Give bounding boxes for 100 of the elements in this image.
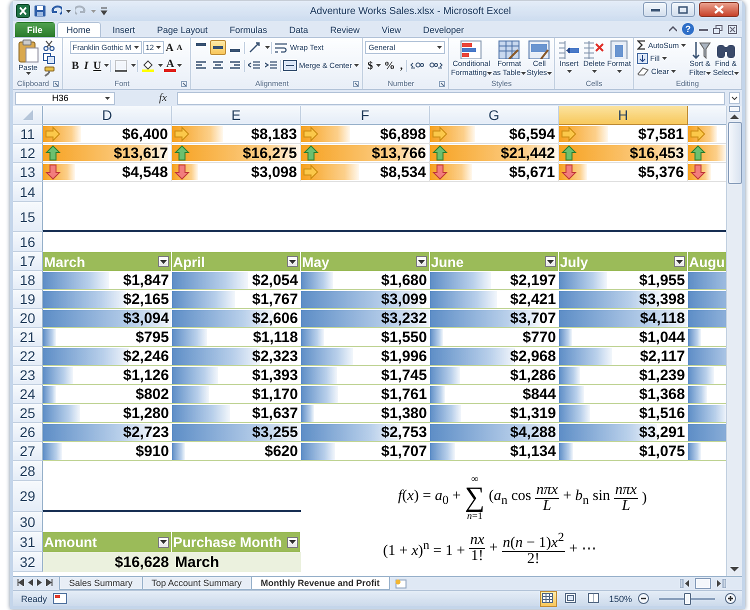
ribbon-tab[interactable]: Review [320,22,370,37]
column-header[interactable]: G [430,106,559,125]
save-icon[interactable] [34,5,46,17]
row-header[interactable]: 16 [13,232,43,252]
filter-button[interactable] [287,536,298,548]
zoom-out-button[interactable] [638,593,649,604]
ribbon-tab[interactable]: Insert [102,22,146,37]
restore-button[interactable] [671,2,695,17]
sheet-tab[interactable]: Sales Summary [59,577,143,590]
record-macro-icon[interactable] [53,593,68,604]
insert-function-button[interactable]: fx [119,92,173,104]
cell-value: $4,118 [640,310,685,326]
undo-icon[interactable] [50,5,62,17]
row-header[interactable]: 17 [13,252,43,271]
file-tab[interactable]: File [15,22,55,37]
scroll-down-icon[interactable] [730,566,739,572]
first-sheet-icon[interactable] [17,579,24,586]
filter-button[interactable] [416,256,427,267]
row-header[interactable]: 22 [13,347,43,366]
column-header[interactable]: D [43,106,172,125]
row-header[interactable]: 30 [13,512,43,532]
dropdown-arrow-icon[interactable] [131,64,136,67]
row-header[interactable]: 13 [13,163,43,182]
row-header[interactable]: 21 [13,328,43,347]
ribbon-tab[interactable]: Home [56,22,101,37]
zoom-in-button[interactable] [725,593,736,604]
row-header[interactable]: 15 [13,202,43,232]
insert-sheet-icon[interactable] [392,578,409,589]
ribbon-tab[interactable]: Page Layout [147,22,218,37]
help-button[interactable]: ? [682,23,694,35]
filter-button[interactable] [674,256,685,267]
scroll-left-icon[interactable] [680,579,689,588]
column-header[interactable]: H [559,106,688,125]
italic-button[interactable]: I [82,58,90,73]
bold-button[interactable]: B [70,58,81,73]
grow-font-button[interactable]: A [164,40,175,55]
scroll-up-icon[interactable] [730,114,739,120]
font-color-button[interactable]: A [164,59,176,72]
copy-icon[interactable] [40,52,58,65]
row-header[interactable]: 29 [13,481,43,512]
row-header[interactable]: 14 [13,182,43,202]
dialog-launcher-icon[interactable] [181,81,187,87]
close-button[interactable] [699,2,739,17]
row-header[interactable]: 27 [13,442,43,461]
cell-value: $5,671 [509,164,555,180]
dialog-launcher-icon[interactable] [352,81,359,87]
scrollbar-thumb[interactable] [728,122,742,184]
row-header[interactable]: 23 [13,366,43,385]
ribbon-tab[interactable]: View [372,22,411,37]
workbook-close-icon[interactable] [728,24,737,34]
filter-button[interactable] [158,536,169,548]
customize-toolbar-icon[interactable] [100,6,108,16]
dialog-launcher-icon[interactable] [53,81,59,87]
normal-view-icon[interactable] [540,590,557,606]
previous-sheet-icon[interactable] [28,579,33,586]
row-header[interactable]: 28 [13,461,43,481]
row-header[interactable]: 19 [13,290,43,309]
ribbon-tab[interactable]: Formulas [220,22,278,37]
dropdown-arrow-icon[interactable] [104,64,110,67]
dropdown-arrow-icon[interactable] [376,64,381,67]
ribbon-tab[interactable]: Data [279,22,318,37]
filter-button[interactable] [287,256,298,267]
row-header[interactable]: 24 [13,385,43,404]
workbook-restore-icon[interactable] [713,24,723,34]
row-header[interactable]: 11 [13,125,43,144]
row-header[interactable]: 18 [13,271,43,290]
row-header[interactable]: 20 [13,309,43,328]
column-header[interactable]: E [172,106,301,125]
last-sheet-icon[interactable] [46,579,53,586]
minimize-button[interactable] [643,2,667,17]
row-header[interactable]: 26 [13,423,43,442]
percent-button[interactable]: % [382,58,397,73]
ribbon-tab[interactable]: Developer [413,22,474,37]
dropdown-arrow-icon[interactable] [66,10,71,12]
comma-button[interactable]: , [398,58,405,73]
currency-button[interactable]: $ [365,58,375,73]
slider-thumb[interactable] [684,592,691,604]
shrink-font-button[interactable]: A [176,40,184,55]
scroll-right-icon[interactable] [717,579,726,588]
column-header[interactable]: F [301,106,430,125]
next-sheet-icon[interactable] [37,579,42,586]
dropdown-arrow-icon[interactable] [177,64,182,67]
row-header[interactable]: 25 [13,404,43,423]
sheet-tab[interactable]: Top Account Summary [142,577,252,590]
filter-button[interactable] [545,256,556,267]
underline-button[interactable]: U [91,58,104,73]
row-header[interactable]: 31 [13,532,43,552]
dropdown-arrow-icon[interactable] [158,64,164,67]
middle-align-icon[interactable] [210,40,226,55]
collapse-ribbon-icon[interactable] [669,26,677,32]
formula-field[interactable] [176,92,725,104]
dialog-launcher-icon[interactable] [438,81,445,87]
expand-formula-icon[interactable] [729,92,740,104]
name-box[interactable]: H36 [15,92,115,104]
row-header[interactable]: 12 [13,144,43,163]
filter-button[interactable] [158,256,169,267]
row-header[interactable]: 32 [13,552,43,572]
scrollbar-thumb[interactable] [695,578,711,589]
sheet-tab[interactable]: Monthly Revenue and Profit [250,577,390,590]
dropdown-arrow-icon[interactable] [265,46,270,49]
